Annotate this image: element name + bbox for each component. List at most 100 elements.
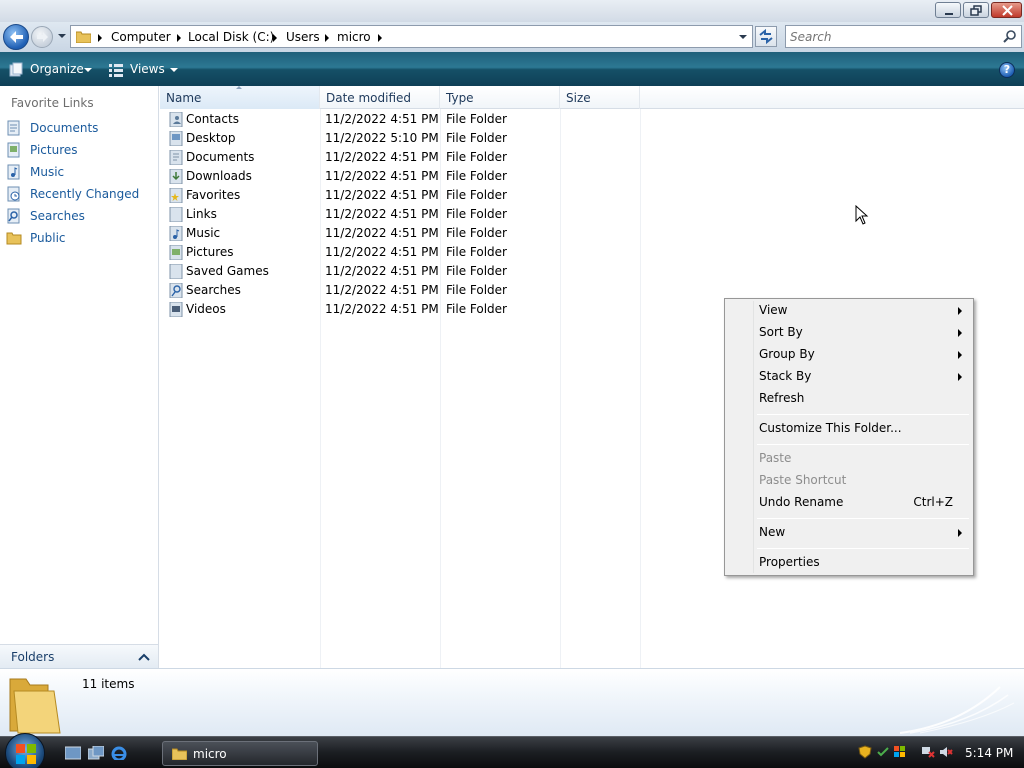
minimize-button[interactable] — [935, 2, 961, 18]
recent-pages-dropdown-icon[interactable] — [57, 31, 67, 41]
submenu-arrow-icon — [958, 373, 962, 381]
menu-item-label: Undo Rename — [759, 495, 844, 509]
breadcrumb-separator-icon[interactable] — [98, 34, 102, 42]
nav-link-pictures[interactable]: Pictures — [6, 140, 156, 160]
nav-link-documents[interactable]: Documents — [6, 118, 156, 138]
forward-button[interactable] — [31, 26, 53, 48]
file-name: Contacts — [186, 112, 239, 126]
menu-item-shortcut: Ctrl+Z — [913, 495, 953, 509]
file-type: File Folder — [446, 264, 507, 278]
search-box[interactable] — [785, 25, 1022, 48]
table-row[interactable]: Music 11/2/2022 4:51 PM File Folder — [160, 224, 640, 243]
nav-link-label: Music — [30, 165, 65, 179]
table-row[interactable]: Downloads 11/2/2022 4:51 PM File Folder — [160, 167, 640, 186]
taskbar-window-label: micro — [193, 747, 227, 761]
table-row[interactable]: Favorites 11/2/2022 4:51 PM File Folder — [160, 186, 640, 205]
breadcrumb-separator-icon[interactable] — [325, 34, 329, 42]
file-type: File Folder — [446, 283, 507, 297]
internet-explorer-icon[interactable] — [111, 746, 127, 760]
breadcrumb-micro[interactable]: micro — [337, 30, 371, 44]
breadcrumb-users[interactable]: Users — [286, 30, 320, 44]
menu-item-stack-by[interactable]: Stack By — [727, 366, 971, 388]
search-input[interactable] — [790, 29, 995, 45]
menu-item-properties[interactable]: Properties — [727, 552, 971, 574]
volume-muted-icon[interactable] — [939, 745, 953, 759]
column-header-label: Type — [446, 91, 474, 105]
breadcrumb-separator-icon[interactable] — [273, 34, 277, 42]
address-dropdown-icon[interactable] — [734, 26, 753, 47]
downloads-folder-icon — [169, 169, 183, 184]
file-type: File Folder — [446, 302, 507, 316]
table-row[interactable]: Videos 11/2/2022 4:51 PM File Folder — [160, 300, 640, 319]
column-header-name[interactable]: Name — [160, 86, 320, 109]
file-date: 11/2/2022 4:51 PM — [325, 283, 439, 297]
breadcrumb-separator-icon[interactable] — [378, 34, 382, 42]
file-type: File Folder — [446, 150, 507, 164]
update-icon[interactable] — [876, 745, 890, 759]
menu-item-label: Properties — [759, 555, 820, 569]
table-row[interactable]: Contacts 11/2/2022 4:51 PM File Folder — [160, 110, 640, 129]
help-button[interactable]: ? — [999, 62, 1015, 78]
column-header-date-modified[interactable]: Date modified — [320, 86, 440, 109]
table-row[interactable]: Links 11/2/2022 4:51 PM File Folder — [160, 205, 640, 224]
network-disconnected-icon[interactable] — [921, 745, 935, 759]
menu-item-new[interactable]: New — [727, 522, 971, 544]
search-icon[interactable] — [1002, 29, 1018, 45]
file-name: Desktop — [186, 131, 236, 145]
breadcrumb-local-disk[interactable]: Local Disk (C:) — [188, 30, 274, 44]
forward-arrow-icon — [37, 32, 48, 42]
folders-label: Folders — [11, 650, 55, 664]
details-pane: 11 items — [0, 668, 1024, 736]
menu-item-group-by[interactable]: Group By — [727, 344, 971, 366]
address-bar[interactable]: Computer Local Disk (C:) Users micro — [70, 25, 753, 48]
nav-link-public[interactable]: Public — [6, 228, 156, 248]
menu-item-paste-shortcut: Paste Shortcut — [727, 470, 971, 492]
nav-link-searches[interactable]: Searches — [6, 206, 156, 226]
column-header-size[interactable]: Size — [560, 86, 640, 109]
nav-link-label: Searches — [30, 209, 85, 223]
menu-item-customize-folder[interactable]: Customize This Folder... — [727, 418, 971, 440]
sort-ascending-icon — [236, 86, 242, 89]
organize-button[interactable]: Organize — [8, 61, 96, 79]
favorites-folder-icon — [169, 188, 183, 203]
breadcrumb-computer[interactable]: Computer — [111, 30, 171, 44]
clock[interactable]: 5:14 PM — [965, 746, 1013, 760]
switch-windows-icon[interactable] — [88, 746, 104, 760]
folders-bar[interactable]: Folders — [0, 644, 158, 668]
refresh-button[interactable] — [755, 26, 777, 47]
table-row[interactable]: Searches 11/2/2022 4:51 PM File Folder — [160, 281, 640, 300]
file-name: Videos — [186, 302, 226, 316]
breadcrumb-separator-icon[interactable] — [177, 34, 181, 42]
file-type: File Folder — [446, 188, 507, 202]
menu-item-sort-by[interactable]: Sort By — [727, 322, 971, 344]
chevron-up-icon[interactable] — [138, 652, 150, 662]
table-row[interactable]: Documents 11/2/2022 4:51 PM File Folder — [160, 148, 640, 167]
start-button[interactable] — [5, 733, 45, 768]
nav-link-recently-changed[interactable]: Recently Changed — [6, 184, 156, 204]
menu-separator — [757, 548, 969, 549]
file-type: File Folder — [446, 169, 507, 183]
file-name: Searches — [186, 283, 241, 297]
table-row[interactable]: Pictures 11/2/2022 4:51 PM File Folder — [160, 243, 640, 262]
show-desktop-icon[interactable] — [65, 746, 81, 760]
security-shield-icon[interactable] — [858, 745, 872, 759]
menu-item-view[interactable]: View — [727, 300, 971, 322]
table-row[interactable]: Desktop 11/2/2022 5:10 PM File Folder — [160, 129, 640, 148]
table-row[interactable]: Saved Games 11/2/2022 4:51 PM File Folde… — [160, 262, 640, 281]
menu-item-refresh[interactable]: Refresh — [727, 388, 971, 410]
column-header-type[interactable]: Type — [440, 86, 560, 109]
menu-item-undo-rename[interactable]: Undo Rename Ctrl+Z — [727, 492, 971, 514]
taskbar-window-button[interactable]: micro — [162, 741, 318, 766]
menu-item-label: Customize This Folder... — [759, 421, 902, 435]
documents-folder-icon — [169, 150, 183, 165]
views-button[interactable]: Views — [108, 61, 182, 79]
close-button[interactable] — [991, 2, 1022, 18]
submenu-arrow-icon — [958, 329, 962, 337]
windows-flag-icon[interactable] — [893, 745, 907, 759]
folder-icon — [172, 748, 187, 760]
back-button[interactable] — [3, 24, 29, 50]
menu-item-label: New — [759, 525, 786, 539]
music-folder-icon — [169, 226, 183, 241]
nav-link-music[interactable]: Music — [6, 162, 156, 182]
restore-button[interactable] — [963, 2, 989, 18]
